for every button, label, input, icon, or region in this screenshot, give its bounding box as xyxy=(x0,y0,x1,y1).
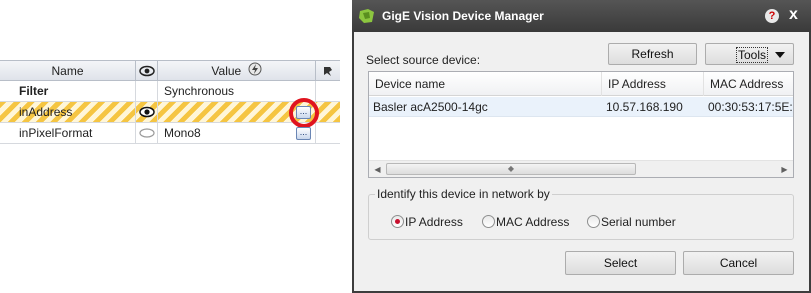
column-ip-address[interactable]: IP Address xyxy=(602,72,704,96)
property-name: Filter xyxy=(0,81,136,101)
eye-icon xyxy=(136,65,157,77)
grid-row-inaddress[interactable]: inAddress ... xyxy=(0,98,340,128)
pin-cell[interactable] xyxy=(316,81,340,101)
column-device-name[interactable]: Device name xyxy=(369,72,602,96)
eye-outline-icon xyxy=(136,127,157,139)
column-header-visibility[interactable] xyxy=(136,61,158,81)
tools-label: Tools xyxy=(736,47,769,63)
device-row[interactable]: Basler acA2500-14gc 10.57.168.190 00:30:… xyxy=(369,97,793,117)
device-mac-cell: 00:30:53:17:5E:D xyxy=(708,100,793,114)
visibility-cell[interactable] xyxy=(136,102,158,122)
pin-icon xyxy=(316,65,340,77)
property-value[interactable]: Mono8 xyxy=(158,123,316,143)
column-header-value-label: Value xyxy=(211,64,242,78)
cancel-button[interactable]: Cancel xyxy=(683,251,794,275)
radio-label: IP Address xyxy=(405,215,463,229)
browse-ellipsis-button[interactable]: ... xyxy=(296,127,311,140)
radio-label: MAC Address xyxy=(496,215,570,229)
property-name: inPixelFormat xyxy=(0,123,136,143)
pin-cell[interactable] xyxy=(316,102,340,122)
scroll-right-icon[interactable]: ▶ xyxy=(776,161,793,178)
visibility-cell[interactable] xyxy=(136,81,158,101)
column-header-pin[interactable] xyxy=(316,61,340,81)
grid-row-filter[interactable]: Filter Synchronous xyxy=(0,81,340,102)
property-name: inAddress xyxy=(0,102,136,122)
app-logo-icon xyxy=(358,8,376,27)
title-bar[interactable]: GigE Vision Device Manager ? x xyxy=(352,0,811,32)
visibility-cell[interactable] xyxy=(136,123,158,143)
device-ip-cell: 10.57.168.190 xyxy=(606,100,683,114)
gige-device-manager-dialog: GigE Vision Device Manager ? x Select so… xyxy=(352,0,811,293)
help-button[interactable]: ? xyxy=(765,9,779,23)
radio-label: Serial number xyxy=(601,215,676,229)
device-list[interactable]: Device name IP Address MAC Address Basle… xyxy=(368,71,794,178)
lightning-icon xyxy=(248,62,262,82)
column-header-name[interactable]: Name xyxy=(0,61,136,81)
identify-group-label: Identify this device in network by xyxy=(375,187,552,201)
dialog-title: GigE Vision Device Manager xyxy=(382,9,544,23)
browse-ellipsis-button[interactable]: ... xyxy=(296,106,311,119)
select-source-label: Select source device: xyxy=(366,53,481,67)
grid-row-inpixelformat[interactable]: inPixelFormat Mono8 ... xyxy=(0,123,340,144)
column-mac-address[interactable]: MAC Address xyxy=(704,72,793,96)
radio-unselected-icon xyxy=(482,215,495,228)
radio-selected-icon xyxy=(391,215,404,228)
property-value[interactable] xyxy=(158,102,316,122)
property-grid: Name Value Filter Synchronous inAddress xyxy=(0,60,340,144)
radio-unselected-icon xyxy=(587,215,600,228)
property-value[interactable]: Synchronous xyxy=(158,81,316,101)
horizontal-scrollbar[interactable]: ◀ ◆ ▶ xyxy=(369,160,793,177)
property-grid-header: Name Value xyxy=(0,60,340,81)
eye-filled-icon xyxy=(136,106,157,118)
grip-icon: ◆ xyxy=(507,164,515,173)
column-header-value[interactable]: Value xyxy=(158,61,316,81)
identify-device-group: Identify this device in network by IP Ad… xyxy=(368,187,794,240)
scroll-left-icon[interactable]: ◀ xyxy=(369,161,386,178)
refresh-button[interactable]: Refresh xyxy=(608,43,697,65)
scroll-thumb[interactable]: ◆ xyxy=(386,163,636,175)
close-button[interactable]: x xyxy=(789,7,798,23)
select-button[interactable]: Select xyxy=(565,251,676,275)
device-list-header: Device name IP Address MAC Address xyxy=(369,72,793,96)
dialog-content: Select source device: Refresh Tools Devi… xyxy=(354,32,809,291)
tools-dropdown-button[interactable]: Tools xyxy=(705,43,794,65)
dropdown-arrow-icon xyxy=(775,52,785,58)
pin-cell[interactable] xyxy=(316,123,340,143)
device-name-cell: Basler acA2500-14gc xyxy=(373,100,488,114)
